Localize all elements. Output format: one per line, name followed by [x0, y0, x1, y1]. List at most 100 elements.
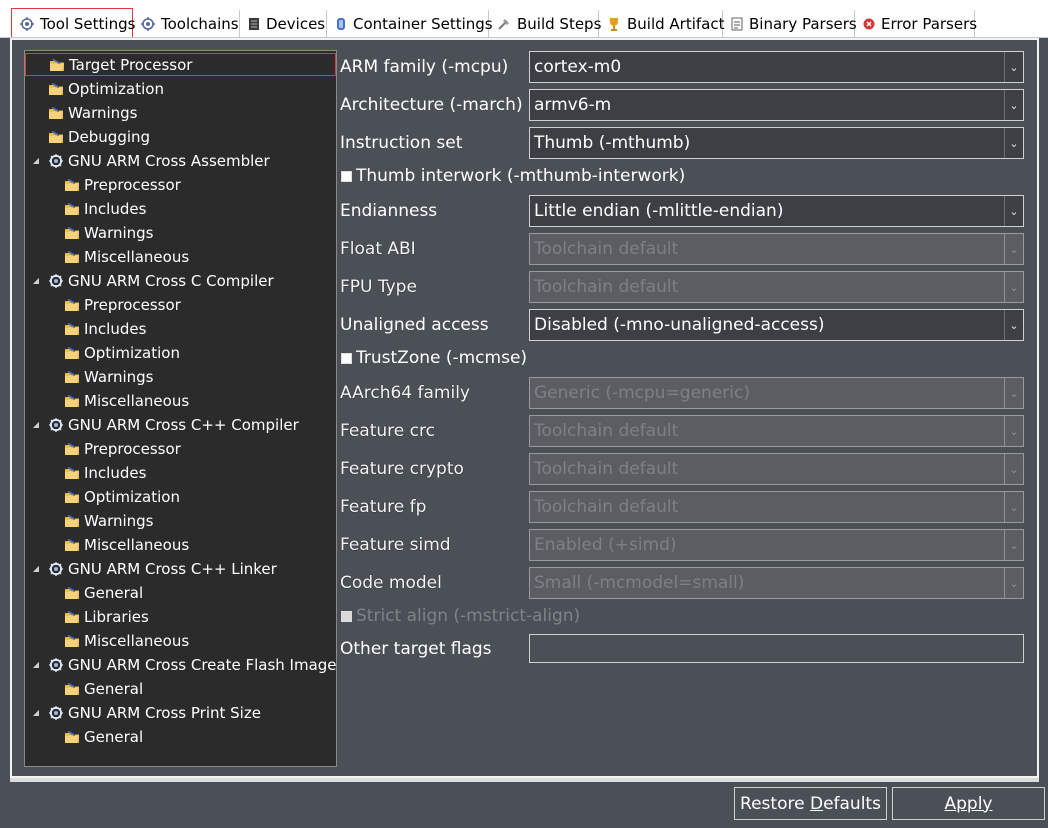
tab-error-parsers[interactable]: Error Parsers	[855, 10, 978, 38]
tree-item[interactable]: Optimization	[64, 485, 180, 508]
checkbox-box[interactable]	[341, 352, 352, 364]
tree-item-label: Debugging	[68, 127, 151, 146]
tab-label: Build Steps	[517, 15, 602, 33]
folder-options-icon	[64, 609, 84, 625]
unaligned-access-value: Disabled (-mno-unaligned-access)	[534, 315, 825, 335]
tree-item[interactable]: Optimization	[64, 341, 180, 364]
tree-item[interactable]: Preprocessor	[64, 293, 181, 316]
restore-defaults-label-suffix: efaults	[823, 793, 881, 814]
tree-item-label: Includes	[84, 199, 147, 218]
tree-tool-node[interactable]: ◢ GNU ARM Cross Assembler	[33, 149, 270, 172]
tree-tool-node[interactable]: ◢ GNU ARM Cross C++ Compiler	[33, 413, 299, 436]
tree-item[interactable]: Optimization	[48, 77, 164, 100]
tree-item[interactable]: Debugging	[48, 125, 150, 148]
tree-tool-node[interactable]: ◢ GNU ARM Cross C Compiler	[33, 269, 274, 292]
tree-item-label: Warnings	[84, 367, 154, 386]
tree-item[interactable]: General	[64, 581, 143, 604]
tree-item[interactable]: Target Processor	[25, 53, 336, 76]
other-target-flags-input[interactable]	[529, 634, 1024, 663]
fpu-type-label: FPU Type	[340, 277, 417, 297]
tree-item-label: Optimization	[84, 343, 180, 362]
tab-tool-settings[interactable]: Tool Settings	[11, 8, 136, 38]
tree-item-label: GNU ARM Cross C++ Linker	[68, 559, 277, 578]
aarch64-family-select: Generic (-mcpu=generic) ⌄	[529, 377, 1024, 409]
tab-build-artifact[interactable]: Build Artifact	[599, 10, 725, 38]
tree-item[interactable]: Warnings	[48, 101, 138, 124]
tree-item-label: Libraries	[84, 607, 149, 626]
architecture-label: Architecture (-march)	[340, 95, 523, 115]
float-abi-select: Toolchain default ⌄	[529, 233, 1024, 265]
tree-item[interactable]: Preprocessor	[64, 437, 181, 460]
tab-devices[interactable]: Devices	[240, 10, 327, 38]
folder-options-icon	[64, 633, 84, 649]
tree-item[interactable]: Warnings	[64, 221, 154, 244]
tree-item[interactable]: General	[64, 725, 143, 748]
chevron-down-icon: ⌄	[1004, 416, 1023, 446]
tree-item[interactable]: Includes	[64, 317, 146, 340]
tab-container-settings[interactable]: Container Settings	[327, 10, 493, 38]
trustzone-checkbox[interactable]: TrustZone (-mcmse)	[341, 348, 527, 368]
chevron-down-icon[interactable]: ⌄	[1004, 128, 1023, 158]
arm-family-select[interactable]: cortex-m0 ⌄	[529, 51, 1024, 83]
endianness-label: Endianness	[340, 201, 438, 221]
restore-defaults-button[interactable]: Restore Defaults	[734, 787, 887, 820]
thumb-interwork-checkbox[interactable]: Thumb interwork (-mthumb-interwork)	[341, 166, 685, 186]
tree-item[interactable]: Preprocessor	[64, 173, 181, 196]
expand-collapse-icon[interactable]: ◢	[31, 564, 41, 574]
tree-tool-node[interactable]: ◢ GNU ARM Cross C++ Linker	[33, 557, 277, 580]
tree-item[interactable]: Miscellaneous	[64, 389, 189, 412]
tab-label: Tool Settings	[40, 14, 136, 33]
endianness-select[interactable]: Little endian (-mlittle-endian) ⌄	[529, 195, 1024, 227]
toolchains-icon	[141, 17, 155, 31]
float-abi-label: Float ABI	[340, 239, 416, 259]
tree-item-label: Miscellaneous	[84, 391, 190, 410]
feature-crypto-label: Feature crypto	[340, 459, 464, 479]
chevron-down-icon[interactable]: ⌄	[1004, 196, 1023, 226]
build-steps-icon	[497, 17, 511, 31]
chevron-down-icon[interactable]: ⌄	[1004, 310, 1023, 340]
gear-icon	[48, 417, 68, 433]
apply-button[interactable]: Apply	[892, 787, 1045, 820]
tree-tool-node[interactable]: ◢ GNU ARM Cross Print Size	[33, 701, 261, 724]
expand-collapse-icon[interactable]: ◢	[31, 420, 41, 430]
tab-build-steps[interactable]: Build Steps	[489, 10, 602, 38]
tree-item-label: Optimization	[84, 487, 180, 506]
instruction-set-select[interactable]: Thumb (-mthumb) ⌄	[529, 127, 1024, 159]
expand-collapse-icon[interactable]: ◢	[31, 156, 41, 166]
tree-item-label: Miscellaneous	[84, 535, 190, 554]
folder-options-icon	[64, 441, 84, 457]
expand-collapse-icon[interactable]: ◢	[31, 276, 41, 286]
expand-collapse-icon[interactable]: ◢	[31, 708, 41, 718]
expand-collapse-icon[interactable]: ◢	[31, 660, 41, 670]
apply-label-suffix: pply	[956, 793, 993, 814]
tree-item[interactable]: Libraries	[64, 605, 149, 628]
tool-settings-tree[interactable]: Target Processor Optimization Warnings Debu…	[24, 50, 337, 767]
chevron-down-icon[interactable]: ⌄	[1004, 52, 1023, 82]
folder-options-icon	[64, 225, 84, 241]
unaligned-access-select[interactable]: Disabled (-mno-unaligned-access) ⌄	[529, 309, 1024, 341]
tab-label: Toolchains	[161, 15, 239, 33]
tree-item[interactable]: Warnings	[64, 365, 154, 388]
tree-item-label: Miscellaneous	[84, 247, 190, 266]
tree-item[interactable]: Miscellaneous	[64, 245, 189, 268]
architecture-value: armv6-m	[534, 95, 612, 115]
panel-bottom-divider	[10, 778, 1039, 782]
tab-label: Error Parsers	[881, 15, 978, 33]
tree-item[interactable]: Includes	[64, 197, 146, 220]
tree-item[interactable]: Warnings	[64, 509, 154, 532]
tree-item[interactable]: Miscellaneous	[64, 629, 189, 652]
tab-binary-parsers[interactable]: Binary Parsers	[723, 10, 857, 38]
gear-icon	[48, 153, 68, 169]
architecture-select[interactable]: armv6-m ⌄	[529, 89, 1024, 121]
tab-toolchains[interactable]: Toolchains	[133, 10, 240, 38]
feature-fp-value: Toolchain default	[534, 497, 679, 517]
tree-item[interactable]: Miscellaneous	[64, 533, 189, 556]
tree-item[interactable]: General	[64, 677, 143, 700]
tree-tool-node[interactable]: ◢ GNU ARM Cross Create Flash Image	[33, 653, 336, 676]
tree-item[interactable]: Includes	[64, 461, 146, 484]
restore-defaults-mnemonic: D	[809, 793, 824, 814]
tab-label: Devices	[266, 15, 326, 33]
chevron-down-icon[interactable]: ⌄	[1004, 90, 1023, 120]
checkbox-box[interactable]	[341, 170, 352, 182]
strict-align-label: Strict align (-mstrict-align)	[356, 606, 581, 626]
